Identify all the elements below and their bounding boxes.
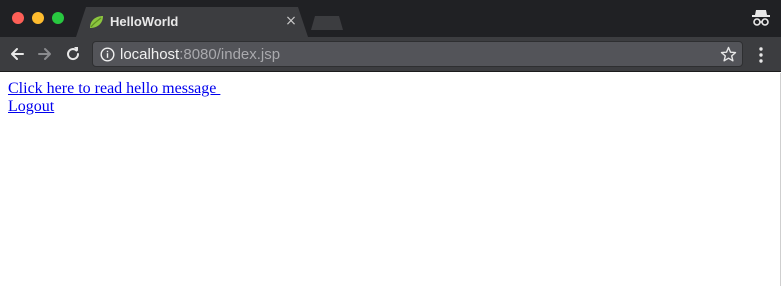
window-maximize-button[interactable] — [52, 12, 64, 24]
page-content: Click here to read hello message Logout — [0, 73, 781, 286]
kebab-menu-icon[interactable] — [757, 46, 765, 64]
new-tab-button[interactable] — [311, 16, 343, 30]
window-close-button[interactable] — [12, 12, 24, 24]
address-bar[interactable]: localhost:8080/index.jsp — [92, 41, 743, 67]
window-minimize-button[interactable] — [32, 12, 44, 24]
url-path: :8080/index.jsp — [179, 46, 281, 63]
spring-leaf-icon — [90, 16, 103, 28]
forward-arrow-icon[interactable] — [36, 45, 54, 63]
url-text[interactable]: localhost:8080/index.jsp — [120, 46, 280, 63]
url-host: localhost — [120, 46, 180, 63]
tab-helloworld[interactable]: HelloWorld × — [76, 7, 308, 37]
star-icon[interactable] — [720, 46, 737, 63]
tab-title: HelloWorld — [110, 14, 179, 29]
tab-close-icon[interactable]: × — [283, 12, 299, 30]
browser-toolbar: localhost:8080/index.jsp — [0, 37, 781, 72]
info-icon[interactable] — [100, 47, 115, 62]
incognito-icon — [752, 10, 770, 26]
back-arrow-icon[interactable] — [8, 45, 26, 63]
reload-icon[interactable] — [64, 45, 82, 63]
read-hello-message-link[interactable]: Click here to read hello message — [8, 80, 772, 98]
browser-title-bar: HelloWorld × — [0, 0, 781, 37]
logout-link[interactable]: Logout — [8, 98, 772, 116]
